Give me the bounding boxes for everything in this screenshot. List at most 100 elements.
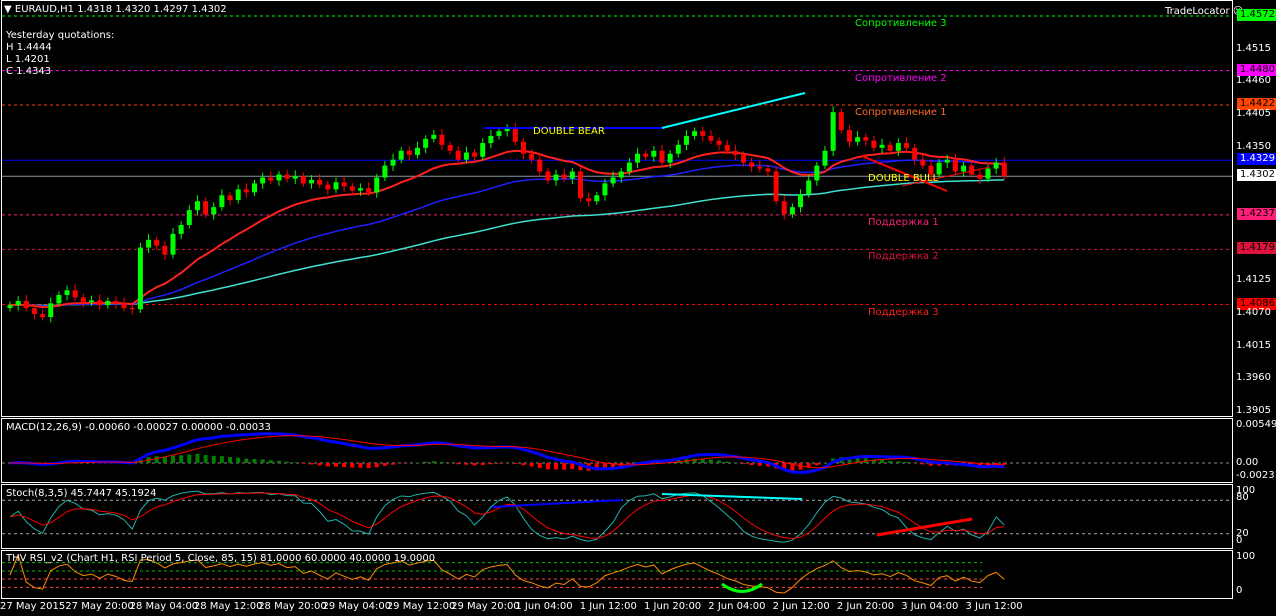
level-label: Поддержка 2 bbox=[868, 251, 939, 263]
candle-body bbox=[610, 177, 616, 184]
candle-body bbox=[504, 128, 510, 132]
macd-histogram-bar bbox=[431, 461, 436, 463]
level-label: Поддержка 3 bbox=[868, 306, 939, 318]
candle-body bbox=[105, 300, 111, 306]
level-price-tag: 1.4179 bbox=[1237, 242, 1276, 255]
candle-body bbox=[732, 150, 738, 155]
level-label: Сопротивление 3 bbox=[855, 18, 947, 29]
stoch-panel[interactable] bbox=[1, 484, 1233, 549]
stoch-axis-80: 80 bbox=[1236, 492, 1249, 503]
macd-histogram-bar bbox=[317, 463, 322, 466]
candle-body bbox=[659, 150, 665, 163]
level-label: Сопротивление 2 bbox=[855, 72, 947, 84]
candle-body bbox=[23, 300, 29, 309]
time-axis-label: 28 May 20:00 bbox=[258, 601, 327, 612]
candle-body bbox=[553, 174, 559, 181]
macd-histogram-bar bbox=[725, 461, 730, 463]
candle-body bbox=[325, 184, 331, 190]
candle-body bbox=[227, 195, 233, 201]
candle-body bbox=[822, 150, 828, 166]
level-price-tag: 1.4480 bbox=[1237, 63, 1276, 76]
symbol-menu[interactable]: ▼ EURAUD,H1 1.4318 1.4320 1.4297 1.4302 bbox=[4, 4, 227, 15]
macd-histogram-bar bbox=[211, 455, 216, 463]
candle-body bbox=[80, 297, 86, 303]
macd-histogram-bar bbox=[374, 463, 379, 468]
macd-histogram-bar bbox=[260, 459, 265, 463]
macd-histogram-bar bbox=[366, 463, 371, 469]
time-axis-label: 2 Jun 04:00 bbox=[708, 601, 766, 612]
candle-body bbox=[904, 143, 909, 148]
macd-histogram-bar bbox=[464, 463, 469, 465]
candle-body bbox=[879, 144, 885, 148]
time-axis-label: 2 Jun 12:00 bbox=[772, 601, 830, 612]
candle-body bbox=[512, 128, 518, 142]
macd-histogram-bar bbox=[244, 458, 249, 463]
candle-body bbox=[635, 153, 641, 163]
candle-body bbox=[431, 134, 437, 139]
tradelocator-label[interactable]: TradeLocator ☹ bbox=[1165, 6, 1243, 17]
candle-body bbox=[920, 159, 926, 166]
macd-histogram-bar bbox=[423, 461, 428, 463]
macd-histogram-bar bbox=[382, 463, 387, 466]
candle-body bbox=[667, 153, 673, 163]
candle-body bbox=[806, 180, 812, 195]
ma-blue bbox=[9, 159, 1005, 307]
macd-histogram-bar bbox=[228, 457, 233, 463]
price-axis-label: 1.4405 bbox=[1236, 108, 1271, 120]
time-axis-label: 27 May 20:00 bbox=[65, 601, 134, 612]
candle-body bbox=[480, 143, 486, 157]
candle-body bbox=[993, 162, 999, 169]
price-axis-label: 1.4350 bbox=[1236, 140, 1271, 152]
stoch-red-trendline bbox=[876, 517, 973, 537]
candle-body bbox=[814, 165, 820, 181]
macd-histogram-bar bbox=[342, 463, 347, 468]
level-label: Сопротивление 1 bbox=[855, 107, 947, 119]
candle-body bbox=[146, 239, 152, 248]
time-axis-label: 1 Jun 20:00 bbox=[644, 601, 702, 612]
candle-body bbox=[455, 150, 461, 160]
macd-histogram-bar bbox=[896, 461, 901, 463]
stoch-k-line bbox=[9, 490, 1005, 543]
level-price-tag: 1.4237 bbox=[1237, 207, 1276, 220]
yesterday-title: Yesterday quotations: bbox=[6, 30, 115, 41]
candle-body bbox=[56, 295, 62, 304]
dropdown-arrow-icon[interactable]: ▼ bbox=[4, 4, 15, 15]
time-axis-label: 27 May 2015 bbox=[0, 601, 66, 612]
macd-line bbox=[9, 432, 1005, 475]
price-axis-label: 1.4515 bbox=[1236, 42, 1271, 54]
candle-body bbox=[472, 152, 478, 157]
candle-body bbox=[520, 141, 526, 154]
macd-axis-min: -0.00231 bbox=[1236, 470, 1276, 481]
macd-histogram-bar bbox=[391, 463, 396, 465]
candle-body bbox=[855, 137, 861, 142]
candle-body bbox=[121, 303, 127, 309]
candle-body bbox=[529, 153, 535, 160]
rsi-title: THV RSI_v2 (Chart H1, RSI Period 5, Clos… bbox=[6, 553, 436, 564]
blue-line-tag: 1.4329 bbox=[1237, 153, 1276, 166]
candle-body bbox=[15, 300, 21, 306]
candle-body bbox=[944, 159, 950, 163]
yesterday-close: C 1.4343 bbox=[6, 66, 52, 77]
candle-body bbox=[952, 159, 958, 172]
macd-histogram-bar bbox=[545, 463, 550, 470]
candle-body bbox=[406, 150, 412, 155]
candle-body bbox=[895, 143, 901, 151]
candle-body bbox=[602, 183, 608, 196]
time-axis-label: 28 May 04:00 bbox=[129, 601, 199, 612]
time-axis-label: 29 May 04:00 bbox=[322, 601, 392, 612]
candle-body bbox=[789, 207, 795, 215]
candle-body bbox=[439, 134, 445, 145]
candle-body bbox=[186, 210, 192, 225]
ma-red bbox=[9, 149, 1005, 309]
candle-body bbox=[154, 239, 160, 246]
macd-histogram-bar bbox=[904, 461, 909, 463]
macd-histogram-bar bbox=[171, 455, 175, 463]
macd-histogram-bar bbox=[236, 457, 241, 463]
candle-body bbox=[1001, 162, 1007, 177]
macd-histogram-bar bbox=[749, 463, 754, 466]
candle-body bbox=[586, 198, 592, 202]
main-chart[interactable] bbox=[1, 0, 1233, 417]
candle-body bbox=[724, 144, 730, 151]
candle-body bbox=[692, 131, 698, 136]
macd-histogram-bar bbox=[325, 463, 330, 467]
